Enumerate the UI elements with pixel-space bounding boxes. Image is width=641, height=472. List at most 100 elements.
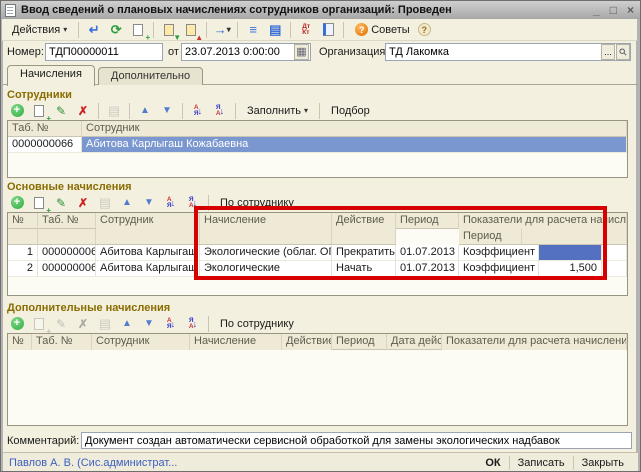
- red-highlight-annotation: [194, 206, 607, 280]
- sort-desc-icon[interactable]: ЯА↓: [183, 315, 203, 333]
- list-settings-icon[interactable]: ▤: [265, 21, 285, 39]
- column-header[interactable]: Сотрудник: [82, 121, 627, 137]
- row-number-cell[interactable]: 1: [8, 245, 38, 261]
- additional-accruals-toolbar: + + ✎ ✗ ▤ ▲ ▼ АЯ↓ ЯА↓ По сотруднику: [7, 314, 300, 333]
- date-picker-button[interactable]: ▦: [294, 44, 309, 60]
- edit-icon: ✎: [51, 315, 71, 333]
- close-form-button[interactable]: Закрыть: [574, 456, 632, 470]
- add-copy-icon[interactable]: +: [128, 21, 148, 39]
- comment-input[interactable]: [81, 432, 632, 449]
- column-header[interactable]: Таб. №: [8, 121, 82, 137]
- delete-icon[interactable]: ✗: [73, 102, 93, 120]
- main-accruals-section-title: Основные начисления: [7, 181, 132, 193]
- tab-additional[interactable]: Дополнительно: [98, 67, 203, 85]
- dropdown-arrow-icon: ▾: [304, 106, 308, 115]
- toolbar-separator: [206, 22, 207, 38]
- tips-icon: ?: [355, 23, 368, 36]
- end-edit-icon: ▤: [95, 315, 115, 333]
- move-down-icon[interactable]: ▼: [157, 102, 177, 120]
- tips-button[interactable]: ? Советы: [349, 21, 415, 38]
- add-copy-icon: +: [29, 315, 49, 333]
- main-toolbar: Действия ▾ ↵ ⟳ + ▼ ▲ →▾ ≡ ▤ ДтКт ? Совет…: [2, 19, 637, 41]
- move-down-icon[interactable]: ▼: [139, 315, 159, 333]
- tab-strip: Начисления Дополнительно: [7, 64, 206, 85]
- add-icon[interactable]: +: [7, 315, 27, 333]
- org-search-button[interactable]: [616, 44, 630, 60]
- fill-label: Заполнить: [247, 105, 301, 117]
- reread-icon[interactable]: ↵: [84, 21, 104, 39]
- current-user-link[interactable]: Павлов А. В. (Сис.администрат...: [9, 457, 477, 469]
- maximize-button[interactable]: □: [610, 4, 617, 16]
- status-bar: Павлов А. В. (Сис.администрат... ОК Запи…: [3, 452, 638, 472]
- employees-table[interactable]: Таб. № Сотрудник 0000000066 Абитова Карл…: [7, 120, 628, 178]
- toolbar-separator: [208, 316, 209, 332]
- action-date-subcolumn-header[interactable]: Дата дейст...: [387, 334, 442, 350]
- pick-button[interactable]: Подбор: [325, 104, 376, 118]
- document-icon: [5, 4, 16, 17]
- employees-table-empty-area[interactable]: [8, 153, 627, 177]
- toolbar-separator: [319, 103, 320, 119]
- end-edit-icon: ▤: [95, 194, 115, 212]
- add-icon[interactable]: +: [7, 194, 27, 212]
- employee-cell[interactable]: Абитова Карлыгаш К...: [96, 245, 200, 261]
- table-row[interactable]: 0000000066 Абитова Карлыгаш Кожабаевна: [8, 137, 627, 153]
- dt-kt-postings-icon[interactable]: ДтКт: [296, 21, 316, 39]
- dropdown-arrow-icon: ▾: [227, 25, 231, 34]
- sort-desc-icon[interactable]: ЯА↓: [210, 102, 230, 120]
- toolbar-separator: [129, 103, 130, 119]
- move-up-icon[interactable]: ▲: [135, 102, 155, 120]
- date-input[interactable]: [181, 43, 311, 61]
- sort-asc-icon[interactable]: АЯ↓: [161, 194, 181, 212]
- column-header[interactable]: №: [8, 213, 38, 229]
- employees-header-row: Таб. № Сотрудник: [8, 121, 627, 137]
- sort-asc-icon[interactable]: АЯ↓: [188, 102, 208, 120]
- toolbar-separator: [78, 22, 79, 38]
- move-up-icon[interactable]: ▲: [117, 315, 137, 333]
- actions-button[interactable]: Действия ▾: [6, 22, 73, 38]
- column-header[interactable]: Таб. №: [38, 213, 96, 229]
- post-document-icon[interactable]: ▼: [159, 21, 179, 39]
- report-book-icon[interactable]: [318, 21, 338, 39]
- tab-number-cell[interactable]: 0000000066: [38, 245, 96, 261]
- row-number-cell[interactable]: 2: [8, 261, 38, 277]
- close-button[interactable]: ×: [627, 4, 634, 16]
- ok-button[interactable]: ОК: [477, 456, 508, 470]
- delete-icon[interactable]: ✗: [73, 194, 93, 212]
- employee-name-cell[interactable]: Абитова Карлыгаш Кожабаевна: [82, 137, 627, 153]
- additional-header-row-2: Период Дата дейст...: [8, 334, 627, 350]
- period-subcolumn-header[interactable]: Период: [332, 334, 387, 350]
- edit-icon[interactable]: ✎: [51, 194, 71, 212]
- employee-tab-number-cell[interactable]: 0000000066: [8, 137, 82, 153]
- fill-button[interactable]: Заполнить▾: [241, 104, 314, 118]
- organization-input[interactable]: [385, 43, 631, 61]
- document-structure-icon[interactable]: ≡: [243, 21, 263, 39]
- refresh-icon[interactable]: ⟳: [106, 21, 126, 39]
- window-title: Ввод сведений о плановых начислениях сот…: [21, 4, 593, 16]
- save-button[interactable]: Записать: [510, 456, 573, 470]
- additional-accruals-table[interactable]: № Таб. № Сотрудник Начисление Действие П…: [7, 333, 628, 426]
- add-copy-icon[interactable]: +: [29, 102, 49, 120]
- by-employee-button[interactable]: По сотруднику: [214, 317, 300, 331]
- edit-icon[interactable]: ✎: [51, 102, 71, 120]
- add-icon[interactable]: +: [7, 102, 27, 120]
- title-bar[interactable]: Ввод сведений о плановых начислениях сот…: [1, 1, 641, 19]
- sort-asc-icon[interactable]: АЯ↓: [161, 315, 181, 333]
- employees-section-title: Сотрудники: [7, 89, 72, 101]
- minimize-button[interactable]: _: [593, 4, 600, 16]
- help-icon[interactable]: ?: [418, 23, 431, 36]
- document-window: Ввод сведений о плановых начислениях сот…: [0, 0, 641, 472]
- toolbar-separator: [235, 103, 236, 119]
- organization-label: Организация:: [319, 46, 388, 58]
- magnifier-icon: [619, 47, 627, 57]
- go-to-icon[interactable]: →▾: [212, 21, 232, 39]
- move-up-icon[interactable]: ▲: [117, 194, 137, 212]
- move-down-icon[interactable]: ▼: [139, 194, 159, 212]
- org-ellipsis-button[interactable]: ...: [601, 44, 615, 60]
- number-input[interactable]: [45, 43, 163, 61]
- unpost-document-icon[interactable]: ▲: [181, 21, 201, 39]
- tab-number-cell[interactable]: 0000000066: [38, 261, 96, 277]
- tab-accruals[interactable]: Начисления: [7, 65, 95, 86]
- add-copy-icon[interactable]: +: [29, 194, 49, 212]
- additional-table-empty-area[interactable]: [8, 350, 627, 425]
- employee-cell[interactable]: Абитова Карлыгаш К...: [96, 261, 200, 277]
